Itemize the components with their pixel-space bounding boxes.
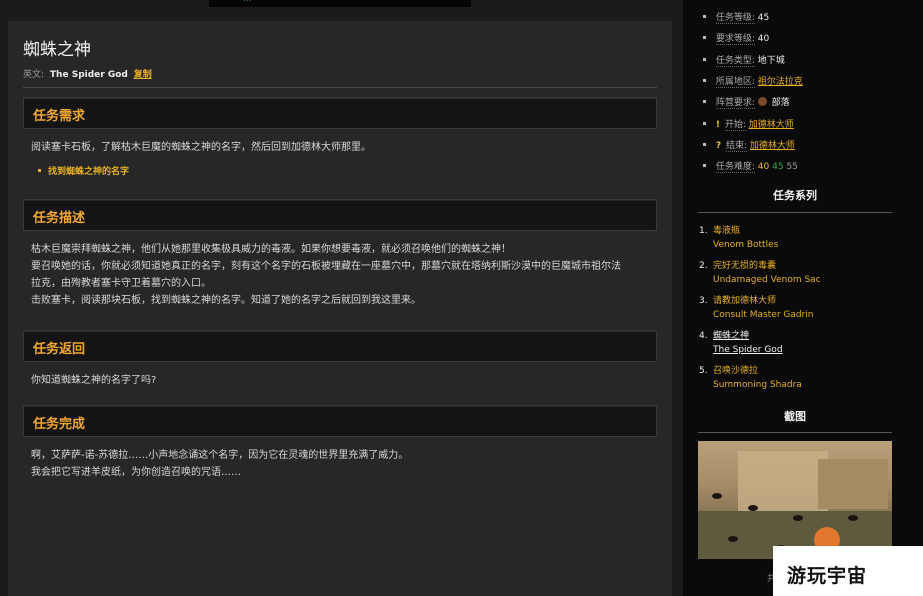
description-line: 枯木巨魔崇拜蜘蛛之神，他们从她那里收集极具威力的毒液。如果你想要毒液，就必须召唤…	[31, 244, 511, 255]
info-label: 任务类型:	[715, 56, 755, 67]
series-cn[interactable]: 蜘蛛之神	[713, 331, 749, 341]
quest-end-icon: ?	[715, 141, 722, 151]
series-num: 2.	[699, 261, 708, 271]
info-req-level: 要求等级: 40	[703, 31, 770, 45]
screenshot-detail	[818, 459, 888, 509]
info-end: ? 结束: 加德林大师	[703, 138, 795, 152]
watermark-text: 游玩宇宙	[787, 565, 868, 587]
divider	[698, 212, 892, 213]
info-label: 所属地区:	[715, 77, 755, 88]
info-start: ! 开始: 加德林大师	[703, 117, 794, 131]
return-text: 你知道蜘蛛之神的名字了吗?	[31, 375, 157, 386]
complete-text: 啊，艾萨萨-诺-苏德拉……小声地念诵这个名字，因为它在灵魂的世界里充满了威力。 …	[31, 447, 656, 481]
start-npc-link[interactable]: 加德林大师	[749, 120, 794, 130]
info-value: 45	[757, 13, 770, 23]
series-num: 4.	[699, 331, 708, 341]
info-quest-level: 任务等级: 45	[703, 10, 770, 24]
difficulty-value: 40	[757, 162, 770, 172]
series-item[interactable]: 5. 召唤沙德拉 Summoning Shadra	[699, 364, 802, 392]
series-heading: 任务系列	[773, 189, 817, 202]
series-item[interactable]: 3. 请教加德林大师 Consult Master Gadrin	[699, 294, 813, 322]
end-npc-link[interactable]: 加德林大师	[750, 141, 795, 151]
spider-figure	[793, 515, 803, 521]
series-num: 3.	[699, 296, 708, 306]
description-line: 要召唤她的话，你就必须知道她真正的名字，刻有这个名字的石板被埋藏在一座墓穴中，那…	[31, 261, 621, 272]
top-strip-text: ...	[243, 0, 252, 4]
series-en[interactable]: Consult Master Gadrin	[713, 308, 813, 322]
info-label: 阵营要求:	[715, 98, 755, 109]
series-en[interactable]: The Spider God	[713, 343, 783, 357]
info-type: 任务类型: 地下城	[703, 53, 785, 67]
section-header-description: 任务描述	[23, 199, 657, 231]
series-en[interactable]: Undamaged Venom Sac	[713, 273, 821, 287]
section-header-complete: 任务完成	[23, 405, 657, 437]
series-cn[interactable]: 完好无损的毒囊	[713, 261, 776, 271]
quest-start-icon: !	[715, 120, 720, 130]
info-faction: 阵营要求: 部落	[703, 95, 790, 109]
series-cn[interactable]: 毒液瓶	[713, 226, 740, 236]
english-label: 英文:	[23, 70, 45, 80]
spider-figure	[712, 493, 722, 499]
spider-figure	[848, 515, 858, 521]
info-difficulty: 任务难度: 40 45 55	[703, 159, 798, 173]
spider-figure	[748, 505, 758, 511]
english-name-row: 英文: The Spider God 复制	[23, 67, 152, 80]
difficulty-value: 55	[786, 162, 798, 172]
section-header-requirement: 任务需求	[23, 97, 657, 129]
info-zone: 所属地区: 祖尔法拉克	[703, 74, 803, 88]
info-label: 要求等级:	[715, 34, 755, 45]
series-item[interactable]: 1. 毒液瓶 Venom Bottles	[699, 224, 778, 252]
top-strip: ...	[209, 0, 471, 7]
spider-figure	[728, 536, 738, 542]
english-name: The Spider God	[49, 70, 128, 80]
description-text: 枯木巨魔崇拜蜘蛛之神，他们从她那里收集极具威力的毒液。如果你想要毒液，就必须召唤…	[31, 241, 656, 309]
series-item[interactable]: 2. 完好无损的毒囊 Undamaged Venom Sac	[699, 259, 821, 287]
description-line: 击败塞卡，阅读那块石板，找到蜘蛛之神的名字。知道了她的名字之后就回到我这里来。	[31, 295, 421, 306]
difficulty-value: 45	[772, 162, 784, 172]
series-en[interactable]: Summoning Shadra	[713, 378, 802, 392]
copy-link[interactable]: 复制	[134, 70, 152, 80]
info-label: 结束:	[725, 141, 748, 152]
info-label: 任务等级:	[715, 13, 755, 24]
divider	[698, 432, 892, 433]
series-num: 1.	[699, 226, 708, 236]
section-title: 任务返回	[33, 342, 86, 357]
series-num: 5.	[699, 366, 708, 376]
info-value: 地下城	[757, 56, 785, 66]
complete-line: 我会把它写进羊皮纸，为你创造召唤的咒语……	[31, 467, 241, 478]
section-title: 任务需求	[33, 109, 86, 124]
requirement-text: 阅读塞卡石板，了解枯木巨魔的蜘蛛之神的名字，然后回到加德林大师那里。	[31, 142, 371, 153]
info-value: 40	[757, 34, 770, 44]
section-title: 任务完成	[33, 417, 86, 432]
objective-item: 找到蜘蛛之神的名字	[38, 164, 129, 177]
screenshot-detail	[738, 451, 828, 511]
section-header-return: 任务返回	[23, 330, 657, 362]
info-label: 开始:	[724, 120, 746, 131]
sidebar: 任务等级: 45 要求等级: 40 任务类型: 地下城 所属地区: 祖尔法拉克 …	[683, 0, 923, 596]
horde-icon	[757, 97, 767, 106]
section-title: 任务描述	[33, 211, 86, 226]
screenshot-heading: 截图	[784, 410, 806, 423]
description-line: 拉克，由殉教者塞卡守卫着墓穴的入口。	[31, 278, 211, 289]
divider	[23, 87, 657, 88]
quest-main-panel: 蜘蛛之神 英文: The Spider God 复制 任务需求 阅读塞卡石板，了…	[8, 21, 672, 596]
info-label: 任务难度:	[715, 162, 755, 173]
info-value: 部落	[771, 98, 790, 108]
watermark: 游玩宇宙	[773, 546, 923, 596]
series-cn[interactable]: 请教加德林大师	[713, 296, 776, 306]
series-item-current[interactable]: 4. 蜘蛛之神 The Spider God	[699, 329, 783, 357]
zone-link[interactable]: 祖尔法拉克	[758, 77, 803, 87]
series-cn[interactable]: 召唤沙德拉	[713, 366, 758, 376]
series-en[interactable]: Venom Bottles	[713, 238, 778, 252]
quest-screenshot[interactable]	[698, 441, 892, 559]
complete-line: 啊，艾萨萨-诺-苏德拉……小声地念诵这个名字，因为它在灵魂的世界里充满了威力。	[31, 450, 409, 461]
page-title: 蜘蛛之神	[23, 40, 91, 60]
